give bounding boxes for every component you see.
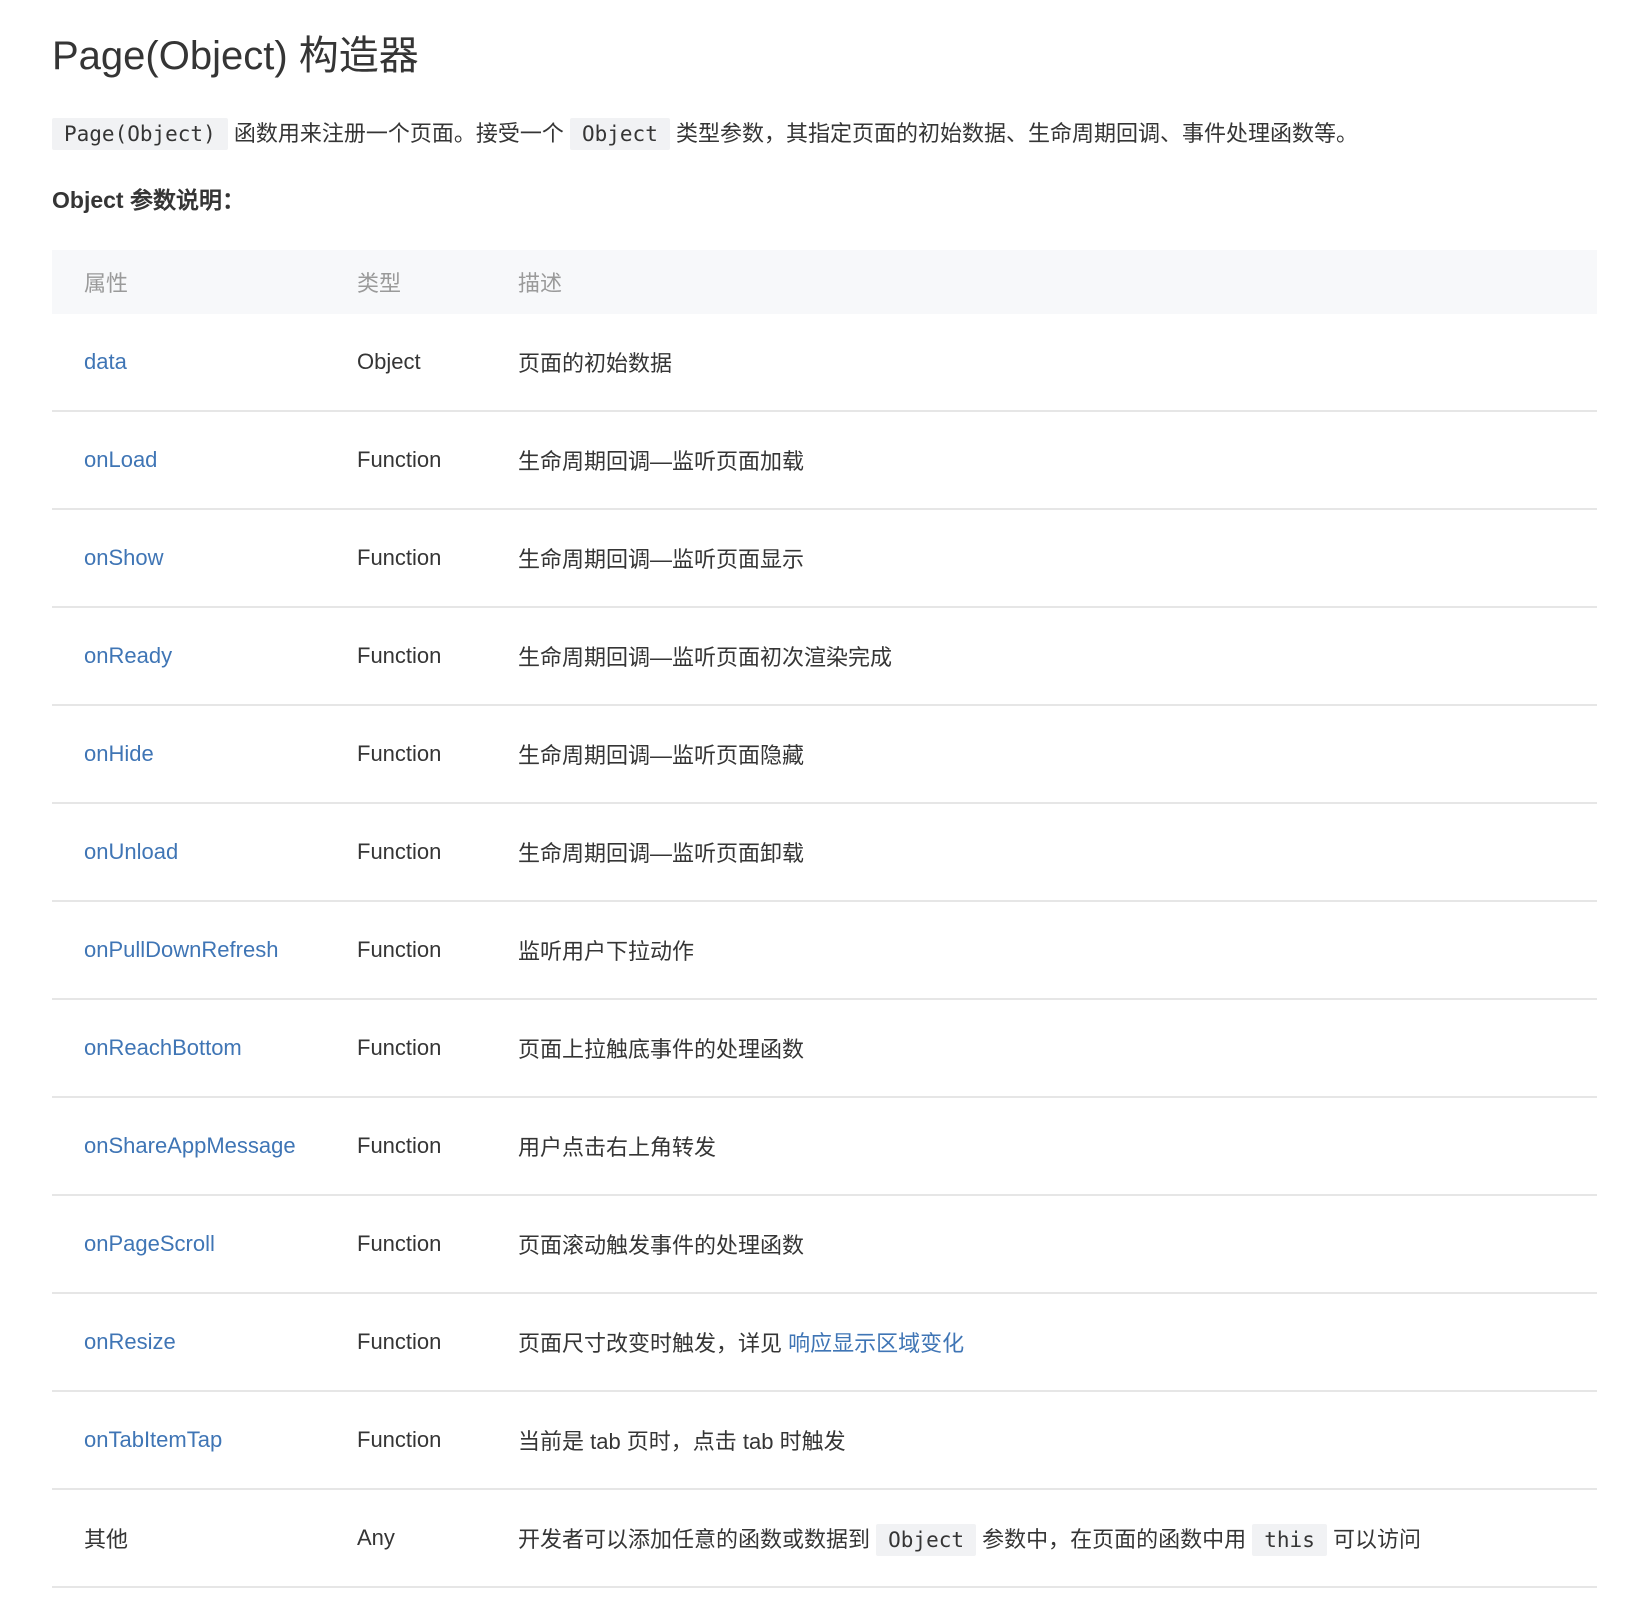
prop-link[interactable]: onReady [84, 643, 172, 668]
desc-cell: 监听用户下拉动作 [518, 901, 1597, 1000]
desc-text: 生命周期回调—监听页面卸载 [518, 841, 805, 866]
desc-cell: 当前是 tab 页时，点击 tab 时触发 [518, 1391, 1597, 1490]
prop-cell: onResize [52, 1293, 357, 1392]
type-cell: Function [357, 901, 518, 1000]
desc-text-1: 开发者可以添加任意的函数或数据到 [518, 1527, 871, 1552]
prop-link[interactable]: onPageScroll [84, 1231, 215, 1256]
table-row: onHide Function 生命周期回调—监听页面隐藏 [52, 705, 1597, 804]
intro-paragraph: Page(Object) 函数用来注册一个页面。接受一个 Object 类型参数… [52, 116, 1596, 152]
desc-text: 页面滚动触发事件的处理函数 [518, 1233, 805, 1258]
desc-text: 页面尺寸改变时触发，详见 [518, 1331, 783, 1356]
table-row: data Object 页面的初始数据 [52, 314, 1597, 412]
prop-link[interactable]: onPullDownRefresh [84, 937, 278, 962]
desc-cell: 生命周期回调—监听页面加载 [518, 411, 1597, 510]
desc-cell: 用户点击右上角转发 [518, 1097, 1597, 1196]
desc-cell: 页面上拉触底事件的处理函数 [518, 999, 1597, 1098]
type-cell: Function [357, 803, 518, 902]
prop-cell: onReady [52, 607, 357, 706]
desc-text: 生命周期回调—监听页面隐藏 [518, 743, 805, 768]
prop-cell: onTabItemTap [52, 1391, 357, 1490]
desc-cell: 生命周期回调—监听页面隐藏 [518, 705, 1597, 804]
table-row: onLoad Function 生命周期回调—监听页面加载 [52, 411, 1597, 510]
type-cell: Any [357, 1489, 518, 1588]
prop-cell: onLoad [52, 411, 357, 510]
prop-cell: onUnload [52, 803, 357, 902]
desc-code-object: Object [876, 1524, 976, 1556]
type-cell: Function [357, 1195, 518, 1294]
table-row: onShareAppMessage Function 用户点击右上角转发 [52, 1097, 1597, 1196]
desc-text: 监听用户下拉动作 [518, 939, 695, 964]
prop-link[interactable]: onUnload [84, 839, 178, 864]
prop-link[interactable]: onShow [84, 545, 164, 570]
prop-link[interactable]: onShareAppMessage [84, 1133, 296, 1158]
desc-cell: 生命周期回调—监听页面初次渲染完成 [518, 607, 1597, 706]
prop-cell: onReachBottom [52, 999, 357, 1098]
desc-text: 生命周期回调—监听页面加载 [518, 449, 805, 474]
type-cell: Function [357, 999, 518, 1098]
intro-text-2: 类型参数，其指定页面的初始数据、生命周期回调、事件处理函数等。 [675, 121, 1358, 146]
desc-text: 页面上拉触底事件的处理函数 [518, 1037, 805, 1062]
prop-link[interactable]: onLoad [84, 447, 157, 472]
desc-cell: 生命周期回调—监听页面显示 [518, 509, 1597, 608]
desc-code-this: this [1252, 1524, 1327, 1556]
table-row: onShow Function 生命周期回调—监听页面显示 [52, 509, 1597, 608]
intro-code-object: Object [569, 118, 670, 150]
prop-link[interactable]: onReachBottom [84, 1035, 242, 1060]
prop-link[interactable]: data [84, 349, 127, 374]
table-header-row: 属性 类型 描述 [52, 250, 1597, 314]
header-prop: 属性 [84, 271, 129, 296]
table-row: onReachBottom Function 页面上拉触底事件的处理函数 [52, 999, 1597, 1098]
prop-cell: onPullDownRefresh [52, 901, 357, 1000]
table-row: onResize Function 页面尺寸改变时触发，详见 响应显示区域变化 [52, 1293, 1597, 1392]
desc-cell: 页面滚动触发事件的处理函数 [518, 1195, 1597, 1294]
desc-text: 生命周期回调—监听页面初次渲染完成 [518, 645, 893, 670]
table-row-other: 其他 Any 开发者可以添加任意的函数或数据到 Object 参数中，在页面的函… [52, 1489, 1597, 1588]
desc-cell: 生命周期回调—监听页面卸载 [518, 803, 1597, 902]
prop-link[interactable]: onResize [84, 1329, 176, 1354]
table-row: onReady Function 生命周期回调—监听页面初次渲染完成 [52, 607, 1597, 706]
desc-text: 用户点击右上角转发 [518, 1135, 717, 1160]
desc-link[interactable]: 响应显示区域变化 [788, 1331, 964, 1356]
intro-code-page-object: Page(Object) [52, 118, 228, 150]
prop-cell: onPageScroll [52, 1195, 357, 1294]
table-body: data Object 页面的初始数据 onLoad Function 生命周期回调—监听… [52, 314, 1597, 1588]
intro-text-1: 函数用来注册一个页面。接受一个 [233, 121, 564, 146]
header-type: 类型 [357, 271, 402, 296]
type-cell: Function [357, 411, 518, 510]
type-cell: Function [357, 1293, 518, 1392]
table-row: onPageScroll Function 页面滚动触发事件的处理函数 [52, 1195, 1597, 1294]
table-row: onTabItemTap Function 当前是 tab 页时，点击 tab 时触… [52, 1391, 1597, 1490]
prop-cell: data [52, 314, 357, 412]
prop-cell: onHide [52, 705, 357, 804]
type-cell: Function [357, 607, 518, 706]
header-desc: 描述 [518, 271, 563, 296]
prop-cell: onShareAppMessage [52, 1097, 357, 1196]
desc-text: 页面的初始数据 [518, 351, 673, 376]
desc-cell: 开发者可以添加任意的函数或数据到 Object 参数中，在页面的函数中用 thi… [518, 1489, 1597, 1588]
type-cell: Function [357, 1391, 518, 1490]
type-cell: Function [357, 705, 518, 804]
prop-cell: 其他 [52, 1489, 357, 1588]
section-title: Object 参数说明： [52, 187, 245, 213]
desc-text: 当前是 tab 页时，点击 tab 时触发 [518, 1429, 846, 1454]
prop-cell: onShow [52, 509, 357, 608]
desc-text: 生命周期回调—监听页面显示 [518, 547, 805, 572]
desc-cell: 页面的初始数据 [518, 314, 1597, 412]
desc-text-3: 可以访问 [1332, 1527, 1421, 1552]
prop-link[interactable]: onTabItemTap [84, 1427, 222, 1452]
type-cell: Object [357, 314, 518, 412]
type-cell: Function [357, 509, 518, 608]
page-title: Page(Object) 构造器 [52, 34, 419, 78]
table-row: onUnload Function 生命周期回调—监听页面卸载 [52, 803, 1597, 902]
type-cell: Function [357, 1097, 518, 1196]
params-table: 属性 类型 描述 data Object 页面的初始数据 onLoad Function… [52, 250, 1597, 1588]
page: Page(Object) 构造器 Page(Object) 函数用来注册一个页面… [0, 0, 1648, 1588]
desc-cell: 页面尺寸改变时触发，详见 响应显示区域变化 [518, 1293, 1597, 1392]
desc-text-2: 参数中，在页面的函数中用 [982, 1527, 1247, 1552]
table-row: onPullDownRefresh Function 监听用户下拉动作 [52, 901, 1597, 1000]
prop-link[interactable]: onHide [84, 741, 154, 766]
